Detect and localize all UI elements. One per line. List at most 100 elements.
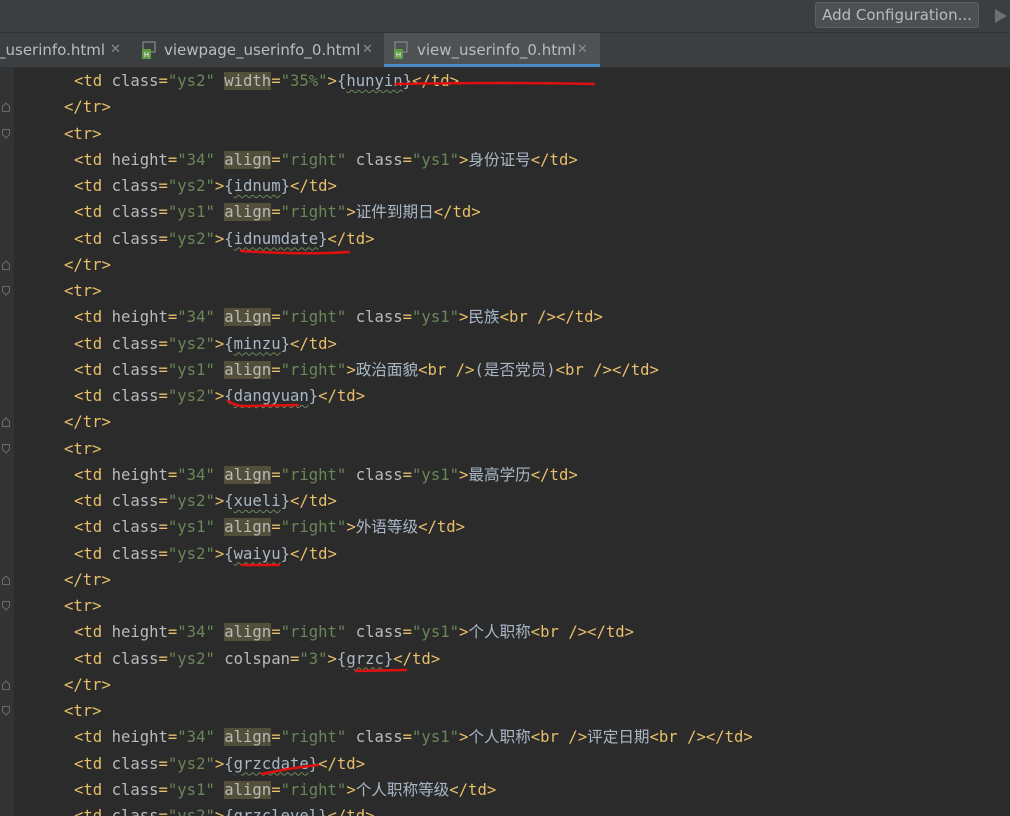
code-line[interactable]: <td class="ys1" align="right">证件到期日</td> <box>74 199 481 225</box>
code-line[interactable]: <td class="ys2">{grzcdate}</td> <box>74 751 365 777</box>
code-line[interactable]: </tr> <box>64 94 111 120</box>
fold-marker-icon[interactable] <box>2 443 10 454</box>
add-configuration-button[interactable]: Add Configuration... <box>815 2 979 28</box>
tag-token: <br /> <box>530 728 588 747</box>
code-line[interactable]: <tr> <box>64 593 102 619</box>
tag-token: = <box>158 492 168 510</box>
tag-token: </td> <box>289 544 337 563</box>
tag-token: </td> <box>530 465 578 484</box>
value-token: "right" <box>280 360 347 379</box>
text-token: { <box>224 807 234 816</box>
code-line[interactable]: <td class="ys1" align="right">政治面貌<br />… <box>74 357 659 383</box>
tag-token: = <box>158 177 168 195</box>
fold-marker-icon[interactable] <box>2 102 10 113</box>
code-line[interactable]: <td class="ys1" align="right">外语等级</td> <box>74 514 465 540</box>
code-editor[interactable]: <td class="ys2" width="35%">{hunyin}</td… <box>0 68 1010 816</box>
close-tab-icon[interactable]: ✕ <box>362 33 373 67</box>
tag-token: </tr> <box>64 675 111 694</box>
code-line[interactable]: <td class="ys2">{grzclevel}</td> <box>74 803 374 816</box>
tab-view-userinfo[interactable]: H view_userinfo_0.html ✕ <box>384 33 600 67</box>
tag-token: > <box>459 465 469 484</box>
value-token: "ys2" <box>167 387 215 405</box>
tab-userinfo[interactable]: _userinfo.html ✕ <box>0 33 134 67</box>
code-line[interactable]: <tr> <box>64 278 102 304</box>
code-line[interactable]: </tr> <box>64 252 111 278</box>
close-tab-icon[interactable]: ✕ <box>577 33 588 67</box>
fold-marker-icon[interactable] <box>2 706 10 716</box>
tag-token: = <box>158 544 168 563</box>
tag-token: </td> <box>327 807 375 816</box>
tag-token: <td <box>74 387 112 405</box>
text-token: 证件到期日 <box>355 203 434 222</box>
text-token: { <box>336 649 347 668</box>
tab-viewpage-userinfo[interactable]: H viewpage_userinfo_0.html ✕ <box>134 33 382 67</box>
fold-marker-icon[interactable] <box>2 680 10 690</box>
tag-token: = <box>158 649 168 668</box>
close-tab-icon[interactable]: ✕ <box>110 33 121 67</box>
tag-token: = <box>158 360 168 379</box>
code-line[interactable]: <td class="ys2">{idnum}</td> <box>74 173 337 199</box>
text-token: { <box>224 177 234 195</box>
code-line[interactable]: <tr> <box>64 436 102 462</box>
fold-marker-icon[interactable] <box>2 260 10 270</box>
code-line[interactable]: <td class="ys2">{xueli}</td> <box>74 488 337 514</box>
attribute-token: height <box>111 465 168 484</box>
code-line[interactable]: <td height="34" align="right" class="ys1… <box>74 462 578 488</box>
fold-marker-icon[interactable] <box>2 128 10 139</box>
attribute-token: height <box>111 150 168 169</box>
fold-marker-icon[interactable] <box>2 286 10 296</box>
code-line[interactable]: </tr> <box>64 672 111 698</box>
value-token: "right" <box>280 203 347 222</box>
attribute-token: class <box>111 72 159 90</box>
fold-marker-icon[interactable] <box>2 601 10 611</box>
code-line[interactable]: <tr> <box>64 698 102 724</box>
code-line[interactable]: <td class="ys2">{waiyu}</td> <box>74 541 337 567</box>
fold-marker-icon[interactable] <box>2 575 10 585</box>
value-token: "ys1" <box>412 308 459 327</box>
tag-token: > <box>346 360 356 379</box>
tag-token: <td <box>74 150 112 169</box>
tag-token: <td <box>74 492 112 510</box>
attribute-token: class <box>111 649 159 668</box>
code-line[interactable]: <td class="ys2">{minzu}</td> <box>74 331 337 357</box>
tag-token: = <box>158 72 168 90</box>
code-line[interactable]: <td class="ys2" width="35%">{hunyin}</td… <box>74 68 459 94</box>
value-token: "ys2" <box>167 229 215 248</box>
run-icon[interactable] <box>994 6 1010 26</box>
tag-token: = <box>167 728 178 747</box>
tag-token: = <box>271 72 281 90</box>
tag-token: = <box>271 518 281 537</box>
placeholder-token: grzcdate <box>233 754 309 773</box>
value-token: "34" <box>177 150 215 169</box>
code-line[interactable]: <td height="34" align="right" class="ys1… <box>74 304 603 330</box>
tag-token: </td> <box>530 150 578 169</box>
code-line[interactable]: <td class="ys2">{dangyuan}</td> <box>74 383 365 409</box>
fold-marker-icon[interactable] <box>2 417 10 428</box>
tag-token: <br /> <box>499 308 556 327</box>
text-token: 个人职称 <box>468 623 531 642</box>
attribute-token: class <box>111 780 159 799</box>
value-token: "right" <box>280 780 347 799</box>
code-line[interactable]: </tr> <box>64 409 111 435</box>
code-line[interactable]: <td class="ys1" align="right">个人职称等级</td… <box>74 777 496 803</box>
tag-token: <br /> <box>418 360 475 379</box>
value-token: "right" <box>280 308 347 327</box>
code-line[interactable]: <td height="34" align="right" class="ys1… <box>74 147 578 173</box>
tag-token: <br /> <box>530 623 588 642</box>
code-line[interactable]: <td height="34" align="right" class="ys1… <box>74 724 753 750</box>
code-line[interactable]: <td class="ys2">{idnumdate}</td> <box>74 226 374 252</box>
code-line[interactable]: <td class="ys2" colspan="3">{grzc}</td> <box>74 646 440 672</box>
attribute-token: class <box>111 229 159 248</box>
code-line[interactable]: </tr> <box>64 567 111 593</box>
placeholder-token: grzclevel <box>233 807 319 816</box>
tag-token: </tr> <box>64 413 111 432</box>
code-line[interactable]: <tr> <box>64 121 102 147</box>
value-token: "right" <box>280 465 347 484</box>
text-token: 个人职称等级 <box>355 780 450 799</box>
svg-text:H: H <box>396 51 401 59</box>
code-line[interactable]: <td height="34" align="right" class="ys1… <box>74 619 634 645</box>
